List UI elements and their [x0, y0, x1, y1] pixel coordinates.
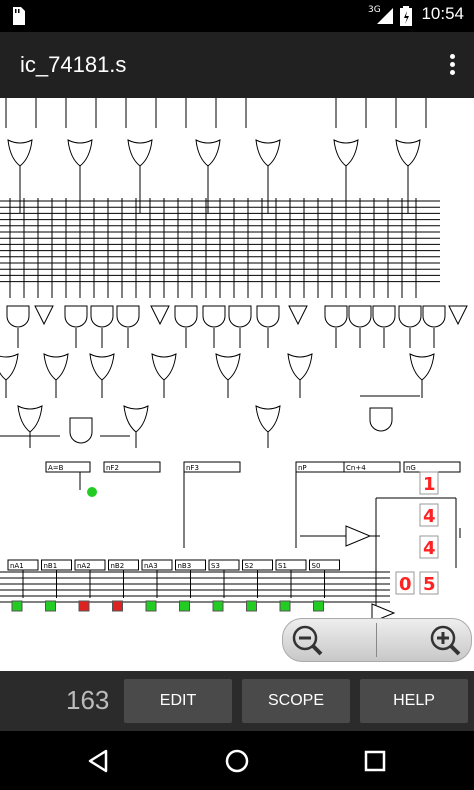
input-switch	[313, 600, 324, 612]
and-gate	[116, 305, 140, 328]
not-gate	[150, 305, 170, 326]
or-gate-top	[333, 139, 359, 167]
output-label: nG	[406, 464, 416, 472]
and-gate	[372, 305, 396, 328]
xor-gate	[123, 405, 149, 433]
output-label: nF3	[186, 464, 199, 472]
input-label: S1	[278, 562, 287, 570]
circuit-diagram[interactable]: A=B nF2 nF3 nP Cn+4 nG nA1 nB1 nA2 nB2 nA3 nB3 S3 S2 S…	[0, 98, 474, 671]
or-gate	[151, 353, 177, 381]
and-gate	[174, 305, 198, 328]
input-label: nA3	[144, 562, 158, 570]
battery-icon	[400, 6, 412, 26]
status-bar: 3G 10:54	[0, 0, 474, 32]
output-label: nP	[298, 464, 307, 472]
input-label: nB2	[111, 562, 125, 570]
or-gate	[215, 353, 241, 381]
input-switch	[145, 600, 157, 612]
input-switch	[246, 600, 257, 612]
and-gate-aeqb	[69, 417, 93, 444]
input-label: S2	[245, 562, 254, 570]
input-switch	[212, 600, 224, 612]
zoom-out-icon	[292, 625, 323, 656]
and-gate	[348, 305, 372, 328]
zoom-out-button[interactable]	[283, 619, 377, 661]
scope-button[interactable]: SCOPE	[242, 679, 350, 723]
app-title: ic_74181.s	[20, 52, 127, 77]
overflow-menu-icon[interactable]	[450, 54, 456, 78]
help-button[interactable]: HELP	[360, 679, 468, 723]
or-gate-top	[255, 139, 281, 167]
and-gate-cn4	[369, 407, 393, 432]
and-gate	[90, 305, 114, 328]
zoom-in-icon	[430, 625, 461, 656]
or-gate	[409, 353, 435, 381]
or-gate	[0, 353, 19, 381]
input-label: S0	[312, 562, 321, 570]
edit-button[interactable]: EDIT	[124, 679, 232, 723]
and-gate	[422, 305, 446, 328]
buffer	[345, 525, 372, 547]
not-gate	[288, 305, 308, 326]
input-label: nB3	[178, 562, 192, 570]
and-gate	[64, 305, 88, 328]
zoom-in-button[interactable]	[377, 619, 471, 661]
element-count: 163	[66, 685, 110, 715]
or-gate	[89, 353, 115, 381]
input-label: nA1	[10, 562, 24, 570]
input-label: S3	[211, 562, 220, 570]
output-led	[87, 487, 97, 497]
and-gate	[256, 305, 280, 328]
and-gate	[6, 305, 30, 328]
app-bar: ic_74181.s	[0, 32, 474, 98]
navigation-bar	[0, 731, 474, 790]
or-gate-top	[195, 139, 221, 167]
xor-gate	[17, 405, 43, 433]
digit-value: 4	[423, 538, 436, 559]
input-switch	[112, 600, 123, 612]
sd-card-icon	[13, 7, 25, 25]
and-gate	[398, 305, 422, 328]
input-switch	[179, 600, 190, 612]
zoom-control	[282, 618, 472, 662]
output-label: A=B	[48, 464, 64, 472]
input-switch	[279, 600, 291, 612]
home-icon[interactable]	[221, 745, 253, 777]
or-gate-top	[127, 139, 153, 167]
recents-icon[interactable]	[359, 745, 391, 777]
or-gate	[43, 353, 69, 381]
not-gate	[34, 305, 54, 326]
or-gate	[287, 353, 313, 381]
digit-value: 5	[423, 574, 436, 595]
or-gate-top	[67, 139, 93, 167]
digit-value: 1	[423, 474, 436, 495]
input-switch	[78, 600, 90, 612]
not-gate	[448, 305, 468, 326]
input-label: nB1	[44, 562, 58, 570]
and-gate	[228, 305, 252, 328]
digit-value: 4	[423, 506, 436, 527]
clock: 10:54	[421, 4, 464, 23]
xor-gate	[255, 405, 281, 433]
circuit-canvas[interactable]: A=B nF2 nF3 nP Cn+4 nG nA1 nB1 nA2 nB2 nA3 nB3 S3 S2 S…	[0, 98, 474, 671]
or-gate-top	[7, 139, 33, 167]
output-label: Cn+4	[346, 464, 366, 472]
input-switch	[11, 600, 23, 612]
back-icon[interactable]	[82, 745, 114, 777]
or-gate-top	[395, 139, 421, 167]
and-gate	[202, 305, 226, 328]
output-label: nF2	[106, 464, 119, 472]
digit-value: 0	[399, 574, 412, 595]
input-label: nA2	[77, 562, 91, 570]
input-switch	[45, 600, 56, 612]
bottom-toolbar: 163 EDIT SCOPE HELP	[0, 671, 474, 731]
signal-icon	[377, 8, 393, 24]
and-gate	[324, 305, 348, 328]
